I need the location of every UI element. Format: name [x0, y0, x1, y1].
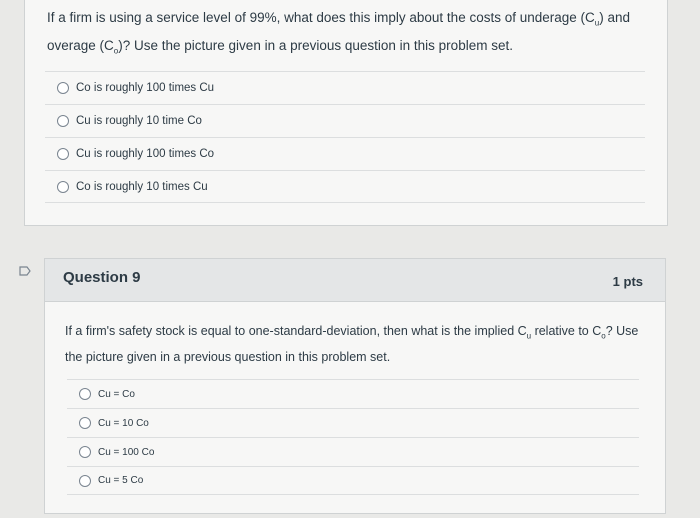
radio-button[interactable]: [79, 446, 91, 458]
answer-option[interactable]: Co is roughly 100 times Cu: [45, 71, 645, 104]
answer-label[interactable]: Cu = 100 Co: [98, 447, 154, 458]
answer-option[interactable]: Cu = 100 Co: [67, 437, 639, 466]
answer-option[interactable]: Cu = Co: [67, 379, 639, 408]
radio-button[interactable]: [57, 82, 69, 94]
answer-option[interactable]: Co is roughly 10 times Cu: [45, 170, 645, 203]
radio-button[interactable]: [57, 115, 69, 127]
answer-option[interactable]: Cu is roughly 10 time Co: [45, 104, 645, 137]
answer-option[interactable]: Cu is roughly 100 times Co: [45, 137, 645, 170]
question-header: Question 9 1 pts: [45, 259, 665, 302]
answer-label[interactable]: Cu is roughly 100 times Co: [76, 148, 214, 160]
answer-label[interactable]: Cu = 5 Co: [98, 475, 143, 486]
answer-label[interactable]: Cu = Co: [98, 389, 135, 400]
question-title: Question 9: [63, 269, 141, 286]
question-9-text: If a firm's safety stock is equal to one…: [65, 324, 639, 364]
answer-label[interactable]: Cu = 10 Co: [98, 418, 149, 429]
question-points: 1 pts: [612, 274, 643, 289]
answer-label[interactable]: Cu is roughly 10 time Co: [76, 115, 202, 127]
answer-option[interactable]: Cu = 10 Co: [67, 408, 639, 437]
question-8-card: If a firm is using a service level of 99…: [24, 0, 668, 226]
answer-option[interactable]: Cu = 5 Co: [67, 466, 639, 495]
radio-button[interactable]: [57, 180, 69, 193]
question-9-card: Question 9 1 pts If a firm's safety stoc…: [44, 258, 666, 514]
bookmark-icon[interactable]: [18, 264, 32, 278]
radio-button[interactable]: [57, 148, 69, 160]
radio-button[interactable]: [79, 417, 91, 429]
answer-label[interactable]: Co is roughly 10 times Cu: [76, 181, 208, 193]
radio-button[interactable]: [79, 474, 91, 487]
question-8-text: If a firm is using a service level of 99…: [47, 10, 630, 56]
question-8-answers: Co is roughly 100 times Cu Cu is roughly…: [45, 71, 645, 203]
answer-label[interactable]: Co is roughly 100 times Cu: [76, 82, 214, 94]
radio-button[interactable]: [79, 388, 91, 400]
question-9-answers: Cu = Co Cu = 10 Co Cu = 100 Co Cu = 5 Co: [67, 379, 639, 495]
